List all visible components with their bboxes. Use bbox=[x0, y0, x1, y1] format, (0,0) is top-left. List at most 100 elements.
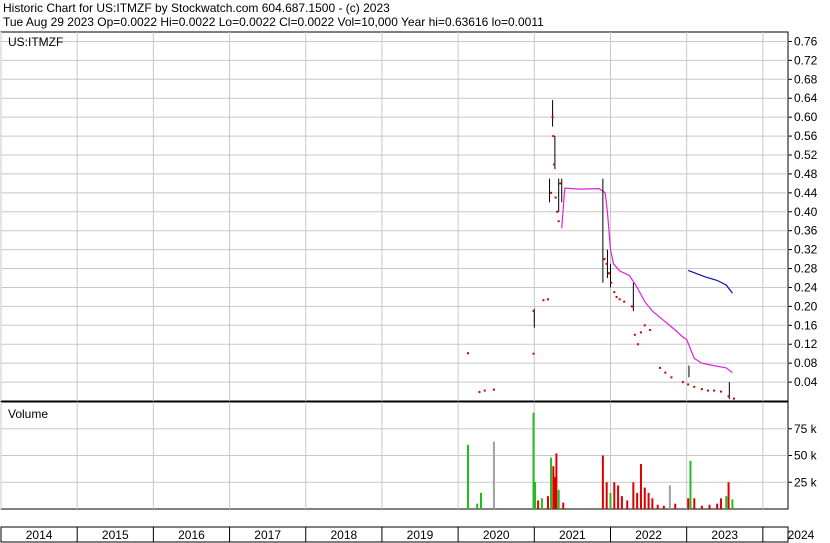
price-point bbox=[610, 281, 613, 284]
price-tick-label: 0.36 bbox=[794, 224, 818, 238]
volume-bar bbox=[476, 503, 479, 509]
historic-price-chart: 2014 2015 2016 2017 2018 2019 2020 2021 2022 2023… bbox=[0, 31, 818, 543]
price-point bbox=[492, 388, 495, 391]
year-tick-label: 2023 bbox=[711, 528, 738, 542]
price-point bbox=[639, 331, 642, 334]
price-point bbox=[670, 376, 673, 379]
volume-bar bbox=[727, 482, 730, 509]
volume-tick-label: 75 k bbox=[794, 422, 818, 436]
price-point bbox=[550, 191, 553, 194]
year-tick-label: 2024 bbox=[788, 528, 815, 542]
volume-bar bbox=[613, 482, 616, 509]
volume-bar bbox=[708, 504, 711, 509]
price-point bbox=[542, 299, 545, 302]
price-tick-label: 0.12 bbox=[794, 337, 818, 351]
price-tick-label: 0.20 bbox=[794, 299, 818, 313]
volume-bar bbox=[609, 492, 612, 509]
price-tick-label: 0.44 bbox=[794, 186, 818, 200]
price-point bbox=[467, 352, 470, 355]
price-point bbox=[687, 383, 690, 386]
year-tick-label: 2016 bbox=[178, 528, 205, 542]
price-point bbox=[623, 300, 626, 303]
year-tick-label: 2020 bbox=[483, 528, 510, 542]
price-point bbox=[633, 333, 636, 336]
volume-bar bbox=[467, 444, 470, 509]
volume-label: Volume bbox=[8, 407, 48, 421]
price-point bbox=[607, 272, 610, 275]
volume-bar bbox=[700, 505, 703, 509]
volume-tick-label: 25 k bbox=[794, 475, 818, 489]
year-tick-label: 2017 bbox=[254, 528, 281, 542]
price-point bbox=[719, 390, 722, 393]
volume-bar bbox=[719, 498, 722, 509]
price-point bbox=[547, 298, 550, 301]
volume-bar bbox=[632, 482, 635, 509]
volume-bar bbox=[687, 498, 690, 509]
price-point bbox=[693, 385, 696, 388]
price-point bbox=[649, 329, 652, 332]
year-tick-label: 2014 bbox=[26, 528, 53, 542]
price-point bbox=[618, 298, 621, 301]
price-panel bbox=[0, 31, 789, 402]
price-point bbox=[643, 324, 646, 327]
price-point bbox=[551, 116, 554, 119]
price-point bbox=[532, 310, 535, 313]
price-point bbox=[700, 388, 703, 391]
year-tick-label: 2022 bbox=[635, 528, 662, 542]
price-point bbox=[559, 182, 562, 185]
price-point bbox=[532, 352, 535, 355]
price-tick-label: 0.56 bbox=[794, 129, 818, 143]
volume-bar bbox=[601, 455, 604, 509]
price-tick-label: 0.24 bbox=[794, 280, 818, 294]
year-tick-label: 2018 bbox=[330, 528, 357, 542]
price-point bbox=[707, 389, 710, 392]
volume-bar bbox=[731, 499, 734, 509]
volume-bar bbox=[479, 492, 482, 509]
volume-bar bbox=[620, 496, 623, 509]
price-point bbox=[554, 196, 557, 199]
volume-bar bbox=[668, 485, 671, 509]
volume-bar bbox=[626, 500, 629, 509]
price-point bbox=[556, 210, 559, 213]
price-point bbox=[659, 366, 662, 369]
price-point bbox=[603, 258, 606, 261]
volume-bar bbox=[492, 441, 495, 509]
volume-tick-label: 50 k bbox=[794, 449, 818, 463]
volume-bar bbox=[550, 457, 553, 509]
price-point bbox=[664, 371, 667, 374]
price-tick-label: 0.76 bbox=[794, 34, 818, 48]
volume-bar bbox=[547, 496, 550, 509]
price-tick-label: 0.40 bbox=[794, 205, 818, 219]
price-point bbox=[636, 343, 639, 346]
price-point bbox=[483, 389, 486, 392]
price-tick-label: 0.52 bbox=[794, 148, 818, 162]
price-point bbox=[732, 397, 735, 400]
price-point bbox=[615, 295, 618, 298]
year-tick-label: 2015 bbox=[102, 528, 129, 542]
volume-bar bbox=[716, 503, 719, 509]
price-point bbox=[727, 395, 730, 398]
volume-bar bbox=[534, 482, 537, 509]
volume-bar bbox=[557, 489, 560, 509]
volume-bar bbox=[662, 505, 665, 509]
volume-bar bbox=[689, 460, 692, 509]
volume-bar bbox=[537, 500, 540, 509]
price-point bbox=[613, 291, 616, 294]
symbol-label: US:ITMZF bbox=[8, 35, 63, 49]
volume-bar bbox=[636, 492, 639, 509]
price-point bbox=[478, 391, 481, 394]
volume-bar bbox=[656, 504, 659, 509]
year-tick-label: 2021 bbox=[559, 528, 586, 542]
price-point bbox=[630, 305, 633, 308]
price-tick-label: 0.28 bbox=[794, 262, 818, 276]
price-tick-label: 0.48 bbox=[794, 167, 818, 181]
price-tick-label: 0.04 bbox=[794, 375, 818, 389]
volume-bar bbox=[651, 498, 654, 509]
volume-bar bbox=[674, 503, 677, 509]
price-point bbox=[713, 389, 716, 392]
price-tick-label: 0.72 bbox=[794, 53, 818, 67]
price-tick-label: 0.68 bbox=[794, 72, 818, 86]
volume-bar bbox=[693, 498, 696, 509]
price-point bbox=[605, 262, 608, 265]
volume-bar bbox=[555, 453, 558, 509]
